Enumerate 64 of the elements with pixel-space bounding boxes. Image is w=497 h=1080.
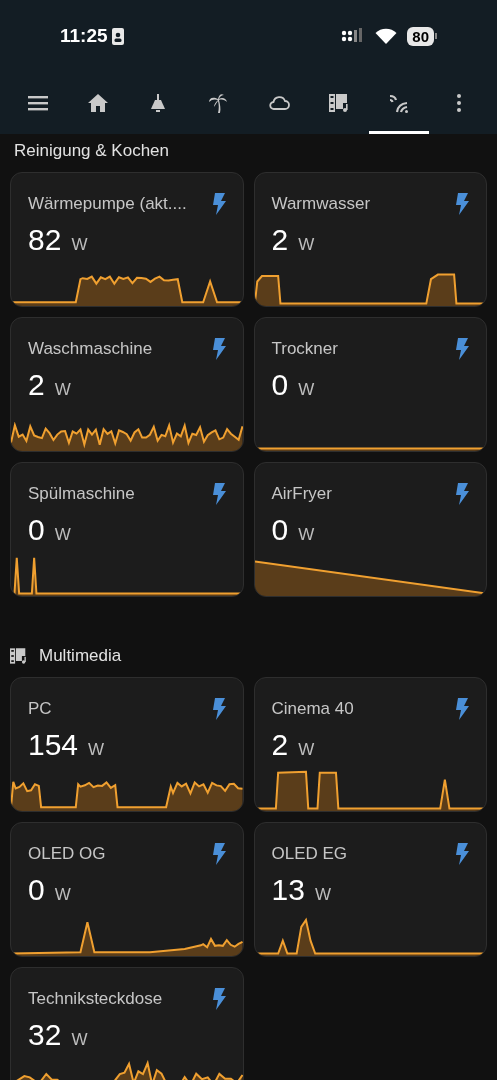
contact-card-icon (111, 27, 124, 45)
sensor-card[interactable]: Wärmepumpe (akt.... 82 W (10, 172, 244, 307)
sensor-name: PC (28, 698, 53, 721)
sensor-name: OLED OG (28, 843, 107, 866)
power-value: 2 (271, 727, 289, 763)
sensor-name: Waschmaschine (28, 338, 154, 361)
power-value: 82 (28, 222, 62, 258)
lightning-bolt-icon (211, 988, 226, 1010)
lightning-bolt-icon (455, 338, 469, 360)
sensor-name: OLED EG (271, 843, 349, 866)
sensor-card[interactable]: PC 154 W (10, 677, 244, 812)
section-title: Multimedia (39, 645, 122, 668)
sensor-card[interactable]: OLED OG 0 W (10, 822, 244, 957)
sensor-card[interactable]: AirFryer 0 W (253, 462, 487, 597)
sensor-name: AirFryer (271, 483, 333, 506)
power-value: 13 (271, 872, 305, 908)
sensor-card[interactable]: Trockner 0 W (253, 317, 487, 452)
lightning-bolt-icon (211, 338, 226, 360)
power-value: 0 (271, 367, 289, 403)
power-unit: W (88, 739, 105, 761)
media-icon (10, 648, 27, 664)
power-unit: W (71, 234, 88, 256)
sensor-card[interactable]: Warmwasser 2 W (253, 172, 487, 307)
section-title: Reinigung & Kochen (14, 140, 169, 163)
lightning-bolt-icon (455, 483, 469, 505)
power-unit: W (298, 234, 315, 256)
power-unit: W (298, 739, 315, 761)
power-unit: W (314, 884, 331, 906)
status-time: 11:25 (60, 23, 108, 48)
lightning-bolt-icon (211, 483, 226, 505)
lightning-bolt-icon (455, 698, 469, 720)
sensor-name: Spülmaschine (28, 483, 136, 506)
power-value: 0 (271, 512, 289, 548)
power-value: 154 (28, 727, 79, 763)
sensor-name: Techniksteckdose (28, 988, 164, 1011)
power-value: 0 (28, 872, 45, 908)
sensor-card[interactable]: Cinema 40 2 W (253, 677, 487, 812)
power-unit: W (54, 379, 71, 401)
sensor-name: Warmwasser (271, 193, 372, 216)
power-unit: W (298, 524, 315, 546)
sensor-name: Wärmepumpe (akt.... (28, 193, 188, 216)
power-value: 32 (28, 1017, 62, 1053)
power-unit: W (298, 379, 315, 401)
sensor-name: Trockner (271, 338, 339, 361)
media-icon (326, 91, 351, 115)
power-value: 0 (28, 512, 45, 548)
wifi-icon (375, 28, 398, 44)
power-unit: W (71, 1029, 88, 1051)
lightning-bolt-icon (211, 193, 226, 215)
battery-indicator: 80 (407, 26, 437, 46)
lightning-bolt-icon (211, 843, 226, 865)
power-unit: W (54, 524, 71, 546)
lightning-bolt-icon (455, 843, 469, 865)
sensor-card[interactable]: Waschmaschine 2 W (10, 317, 244, 452)
sensor-card[interactable]: Techniksteckdose 32 W (10, 967, 244, 1080)
sensor-name: Cinema 40 (271, 698, 355, 721)
sensor-card[interactable]: OLED EG 13 W (253, 822, 487, 957)
sensor-card[interactable]: Spülmaschine 0 W (10, 462, 244, 597)
more-icon (455, 93, 462, 113)
lightning-bolt-icon (211, 698, 226, 720)
power-value: 2 (28, 367, 45, 403)
power-unit: W (54, 884, 71, 906)
power-value: 2 (271, 222, 289, 258)
lightning-bolt-icon (455, 193, 469, 215)
